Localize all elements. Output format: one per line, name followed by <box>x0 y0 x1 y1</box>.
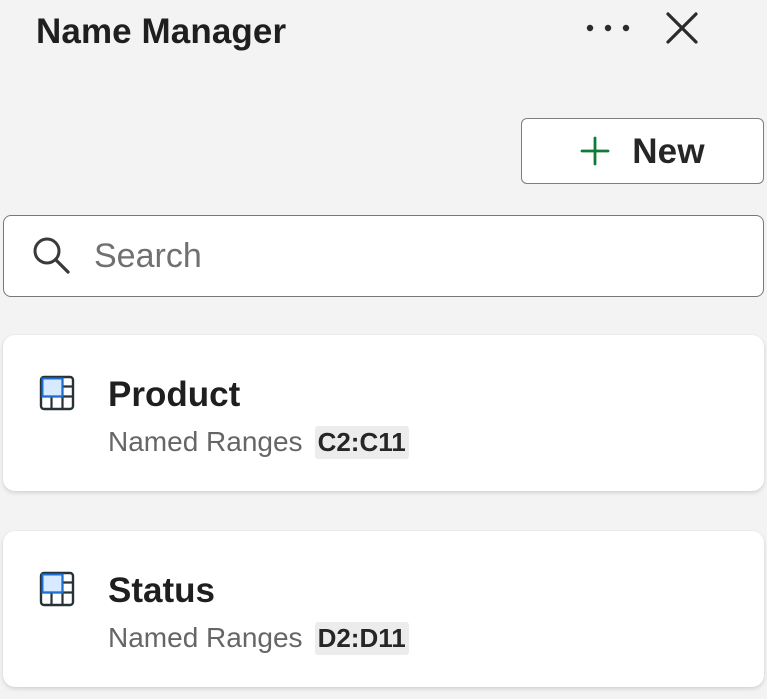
search-input[interactable] <box>94 236 714 276</box>
plus-icon <box>580 136 610 166</box>
named-range-type: Named Ranges <box>108 622 303 653</box>
name-manager-pane: Name Manager New Product <box>0 0 767 699</box>
table-range-icon <box>39 571 75 607</box>
search-icon <box>33 237 70 274</box>
close-button[interactable] <box>654 2 709 54</box>
more-options-button[interactable] <box>573 6 643 50</box>
named-range-card[interactable]: Status Named Ranges D2:D11 <box>3 531 764 687</box>
named-range-name: Product <box>108 375 241 414</box>
named-range-name: Status <box>108 571 215 610</box>
named-range-card[interactable]: Product Named Ranges C2:C11 <box>3 335 764 491</box>
new-name-button[interactable]: New <box>521 118 764 184</box>
search-field[interactable] <box>3 215 764 297</box>
table-range-icon <box>39 375 75 411</box>
new-button-label: New <box>632 131 705 171</box>
named-range-address: D2:D11 <box>314 621 409 655</box>
named-range-meta: Named Ranges C2:C11 <box>108 425 409 459</box>
more-horizontal-icon <box>586 24 630 32</box>
named-range-type: Named Ranges <box>108 426 303 457</box>
named-range-meta: Named Ranges D2:D11 <box>108 621 409 655</box>
close-icon <box>665 12 698 44</box>
pane-title: Name Manager <box>36 11 287 51</box>
named-range-address: C2:C11 <box>314 425 409 459</box>
